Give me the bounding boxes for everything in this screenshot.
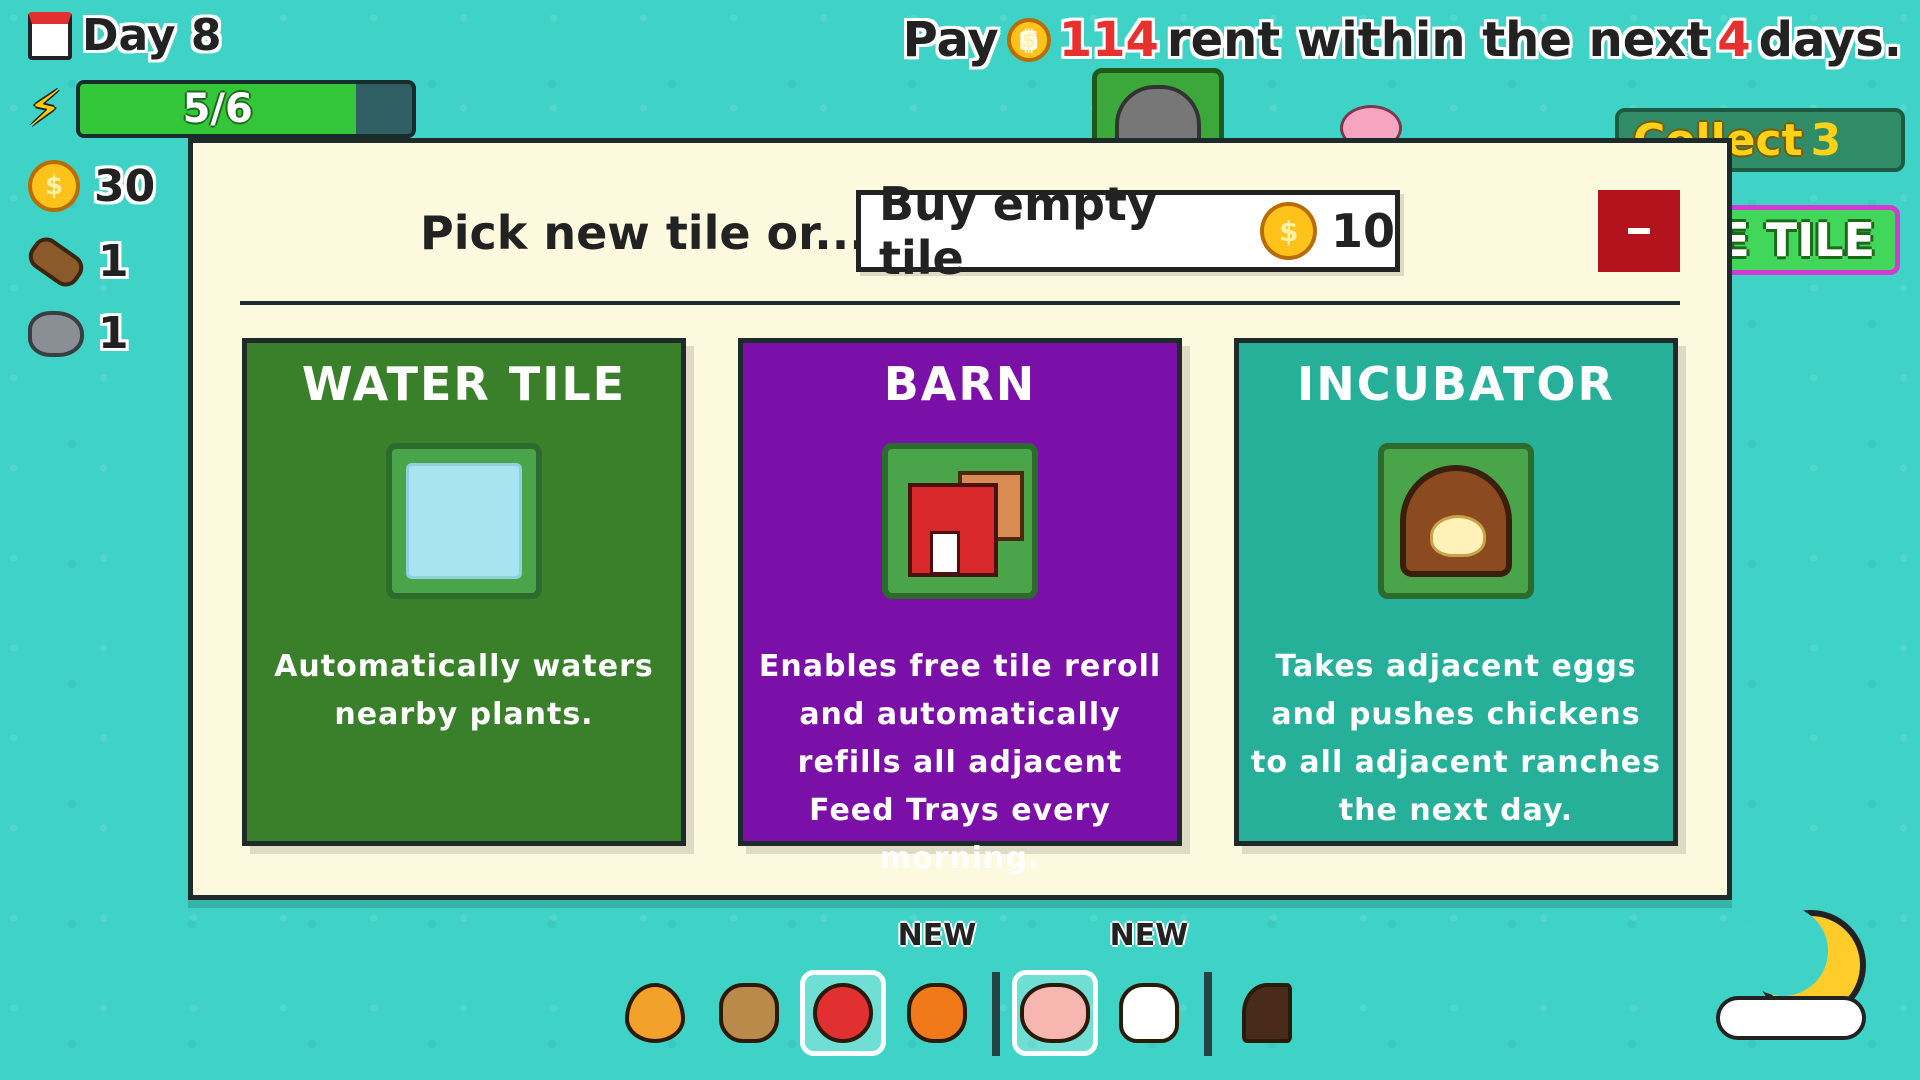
well-tile-icon [1092, 68, 1224, 148]
card-title: WATER TILE [301, 357, 627, 411]
energy-bar: 5/6 [75, 80, 416, 138]
hotbar-slot-carrot[interactable] [612, 970, 698, 1056]
stone-counter: 1 [28, 308, 129, 359]
hotbar-slot-pumpkin[interactable]: NEW [894, 918, 980, 1056]
hotbar-slot-potato[interactable] [706, 970, 792, 1056]
cloud-icon [1716, 996, 1866, 1040]
minimize-icon [1628, 228, 1650, 234]
rent-prefix: Pay [902, 12, 999, 68]
place-tile-label: E TILE [1718, 213, 1875, 267]
rent-middle: rent within the next [1166, 12, 1710, 68]
card-title: BARN [883, 357, 1037, 411]
new-badge: NEW [1109, 918, 1189, 953]
hotbar-slot-pig[interactable] [1012, 970, 1098, 1056]
hotbar-slot-axe[interactable] [1224, 970, 1310, 1056]
coin-count: 30 [94, 160, 156, 212]
hotbar-slot-tomato[interactable] [800, 970, 886, 1056]
chicken-icon [1119, 983, 1179, 1043]
pick-prompt: Pick new tile or... [420, 206, 867, 260]
hotbar-separator [992, 972, 1000, 1056]
incubator-card[interactable]: INCUBATOR Takes adjacent eggs and pushes… [1234, 338, 1678, 846]
stone-count: 1 [98, 308, 129, 359]
pumpkin-icon [907, 983, 967, 1043]
end-day-moon-button[interactable] [1716, 900, 1866, 1050]
coin-icon: $ [28, 160, 80, 212]
coin-icon: $ [1006, 18, 1051, 62]
rent-notice: Pay $ 114 rent within the next 4 days. [903, 12, 1902, 68]
card-description: Takes adjacent eggs and pushes chickens … [1251, 649, 1661, 828]
tomato-icon [813, 983, 873, 1043]
buy-label: Buy empty tile [879, 177, 1157, 285]
pig-icon [1020, 983, 1090, 1043]
stone-icon [28, 310, 84, 357]
new-badge: NEW [897, 918, 977, 953]
coin-icon: $ [1260, 202, 1317, 260]
minimize-dialog-button[interactable] [1598, 190, 1680, 272]
coin-counter: $ 30 [28, 160, 155, 212]
card-title: INCUBATOR [1297, 357, 1615, 411]
wood-counter: 1 [23, 231, 129, 292]
wood-log-icon [23, 231, 89, 292]
rent-amount: 114 [1058, 12, 1159, 68]
axe-icon [1242, 983, 1292, 1043]
potato-icon [719, 983, 779, 1043]
card-description: Automatically waters nearby plants. [274, 649, 654, 732]
lightning-icon: ⚡ [28, 81, 62, 137]
calendar-icon [28, 11, 72, 60]
rent-days: 4 [1717, 12, 1751, 68]
energy-text: 5/6 [182, 86, 253, 132]
day-counter: Day 8 [28, 10, 221, 61]
card-description: Enables free tile reroll and automatical… [758, 649, 1162, 876]
energy-meter: ⚡ 5/6 [28, 80, 416, 138]
barn-icon [882, 443, 1038, 599]
collect-count: 3 [1810, 114, 1842, 166]
wood-count: 1 [98, 236, 129, 287]
day-label: Day 8 [82, 10, 222, 61]
hotbar-separator [1204, 972, 1212, 1056]
buy-cost: 10 [1330, 204, 1395, 258]
water-pond-icon [386, 443, 542, 599]
dialog-divider [240, 301, 1680, 305]
water-tile-card[interactable]: WATER TILE Automatically waters nearby p… [242, 338, 686, 846]
carrot-icon [625, 983, 685, 1043]
hotbar-slot-chicken[interactable]: NEW [1106, 918, 1192, 1056]
rent-suffix: days. [1758, 12, 1902, 68]
incubator-icon [1378, 443, 1534, 599]
barn-card[interactable]: BARN Enables free tile reroll and automa… [738, 338, 1182, 876]
hotbar: NEW NEW [612, 918, 1310, 1056]
buy-empty-tile-button[interactable]: Buy empty tile $ 10 [856, 177, 1400, 285]
